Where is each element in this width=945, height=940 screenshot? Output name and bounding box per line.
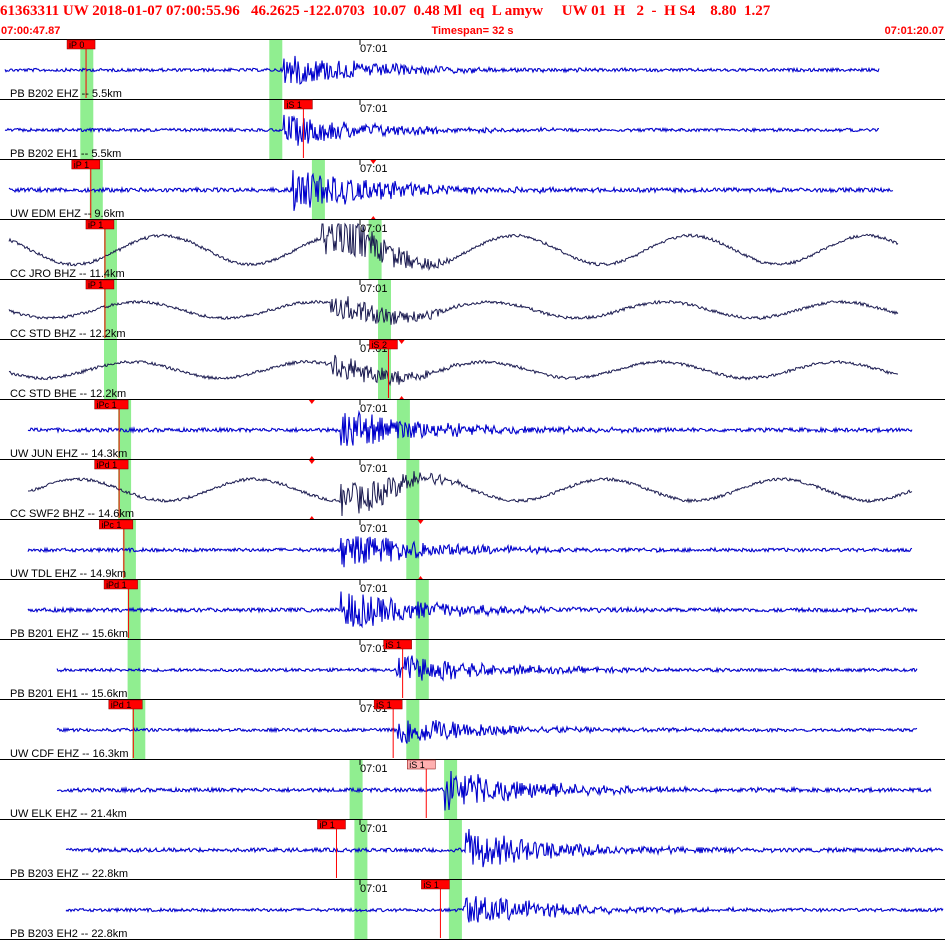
time-tick-label: 07:01 xyxy=(360,103,388,115)
pick-flag-label[interactable]: iP 1 xyxy=(88,220,103,230)
waveform-trace[interactable] xyxy=(28,471,913,517)
station-label: CC STD BHZ -- 12.2km xyxy=(10,328,126,340)
pick-flag-label[interactable]: iS 2 xyxy=(371,340,387,350)
trace-row[interactable]: 07:01 iP 1 UW EDM EHZ -- 9.6km xyxy=(8,159,894,220)
waveform-trace[interactable] xyxy=(8,222,899,271)
waveform-trace[interactable] xyxy=(27,591,918,629)
pick-flag-label[interactable]: iS 1 xyxy=(286,100,302,110)
station-label: UW JUN EHZ -- 14.3km xyxy=(10,448,127,460)
station-label: UW TDL EHZ -- 14.9km xyxy=(10,568,126,580)
waveform-trace[interactable] xyxy=(27,409,913,446)
waveform-trace[interactable] xyxy=(8,296,899,325)
seismogram-panel[interactable]: 07:01 iP 0 PB B202 EHZ -- 5.5km 07:01 iS 1 PB… xyxy=(0,0,945,940)
amplitude-marker-top xyxy=(308,400,315,404)
waveform-trace[interactable] xyxy=(27,536,913,568)
amplitude-marker-top xyxy=(398,340,405,344)
time-tick-label: 07:01 xyxy=(360,763,388,775)
pick-flag-label[interactable]: iS 1 xyxy=(376,700,392,710)
pick-flag-label[interactable]: iS 1 xyxy=(423,880,439,890)
trace-row[interactable]: 07:01 iP 1 CC JRO BHZ -- 11.4km xyxy=(8,219,899,280)
time-tick-label: 07:01 xyxy=(360,523,388,535)
waveform-trace[interactable] xyxy=(56,770,932,811)
time-tick-label: 07:01 xyxy=(360,463,388,475)
station-label: CC JRO BHZ -- 11.4km xyxy=(10,268,125,280)
pick-flag-label[interactable]: iP 0 xyxy=(69,40,84,50)
pick-flag-label[interactable]: iS 1 xyxy=(409,760,425,770)
trace-row[interactable]: 07:01 iPc 1 UW JUN EHZ -- 14.3km xyxy=(10,399,913,460)
waveform-trace[interactable] xyxy=(4,114,880,146)
station-label: PB B202 EH1 -- 5.5km xyxy=(10,148,121,160)
trace-row[interactable]: 07:01 iP 1 PB B203 EHZ -- 22.8km xyxy=(10,819,944,880)
station-label: CC SWF2 BHZ -- 14.6km xyxy=(10,508,134,520)
amplitude-marker-top xyxy=(308,460,315,464)
trace-row[interactable]: 07:01 iPd 1 PB B201 EHZ -- 15.6km xyxy=(10,579,918,640)
pick-flag-label[interactable]: iPc 1 xyxy=(101,520,121,530)
time-tick-label: 07:01 xyxy=(360,403,388,415)
pick-flag-label[interactable]: iP 1 xyxy=(319,820,334,830)
station-label: UW CDF EHZ -- 16.3km xyxy=(10,748,129,760)
trace-row[interactable]: 07:01iS 1PB B201 EH1 -- 15.6km xyxy=(10,639,918,700)
time-tick-label: 07:01 xyxy=(360,223,388,235)
waveform-trace[interactable] xyxy=(65,828,944,868)
trace-row[interactable]: 07:01 iPc 1 UW TDL EHZ -- 14.9km xyxy=(10,519,913,580)
station-label: PB B203 EHZ -- 22.8km xyxy=(10,868,128,880)
trace-row[interactable]: 07:01 iP 1 CC STD BHZ -- 12.2km xyxy=(8,279,899,340)
s-pick-window xyxy=(406,520,420,580)
station-label: UW ELK EHZ -- 21.4km xyxy=(10,808,127,820)
time-tick-label: 07:01 xyxy=(360,283,388,295)
waveform-trace[interactable] xyxy=(8,354,898,387)
time-tick-label: 07:01 xyxy=(360,163,388,175)
trace-row[interactable]: 07:01 iS 1 UW ELK EHZ -- 21.4km xyxy=(10,759,932,820)
pick-flag-label[interactable]: iPd 1 xyxy=(97,460,118,470)
trace-row[interactable]: 07:01iS 2CC STD BHE -- 12.2km xyxy=(8,339,898,400)
waveform-trace[interactable] xyxy=(56,655,918,682)
pick-flag-label[interactable]: iPd 1 xyxy=(111,700,132,710)
time-tick-label: 07:01 xyxy=(360,823,388,835)
station-label: PB B202 EHZ -- 5.5km xyxy=(10,88,122,100)
waveform-trace[interactable] xyxy=(8,170,894,211)
pick-flag-label[interactable]: iP 1 xyxy=(74,160,89,170)
waveform-trace[interactable] xyxy=(65,896,944,923)
trace-row[interactable]: 07:01 iP 0 PB B202 EHZ -- 5.5km xyxy=(4,39,880,100)
waveform-trace[interactable] xyxy=(4,55,880,85)
station-label: PB B203 EH2 -- 22.8km xyxy=(10,928,127,940)
trace-row[interactable]: 07:01 iPd 1 CC SWF2 BHZ -- 14.6km xyxy=(10,459,913,520)
s-pick-window xyxy=(406,460,420,520)
time-tick-label: 07:01 xyxy=(360,583,388,595)
waveform-trace[interactable] xyxy=(56,720,918,744)
station-label: UW EDM EHZ -- 9.6km xyxy=(10,208,124,220)
time-tick-label: 07:01 xyxy=(360,883,388,895)
station-label: CC STD BHE -- 12.2km xyxy=(10,388,126,400)
trace-row[interactable]: 07:01 iS 1 PB B203 EH2 -- 22.8km xyxy=(10,879,944,940)
pick-flag-label[interactable]: iS 1 xyxy=(386,640,402,650)
station-label: PB B201 EH1 -- 15.6km xyxy=(10,688,127,700)
pick-flag-label[interactable]: iPd 1 xyxy=(106,580,127,590)
trace-row[interactable]: 07:01 iS 1 PB B202 EH1 -- 5.5km xyxy=(4,99,880,160)
station-label: PB B201 EHZ -- 15.6km xyxy=(10,628,128,640)
pick-flag-label[interactable]: iPc 1 xyxy=(97,400,117,410)
trace-row[interactable]: 07:01iPd 1 iS 1UW CDF EHZ -- 16.3km xyxy=(10,699,918,760)
pick-flag-label[interactable]: iP 1 xyxy=(88,280,103,290)
time-tick-label: 07:01 xyxy=(360,43,388,55)
